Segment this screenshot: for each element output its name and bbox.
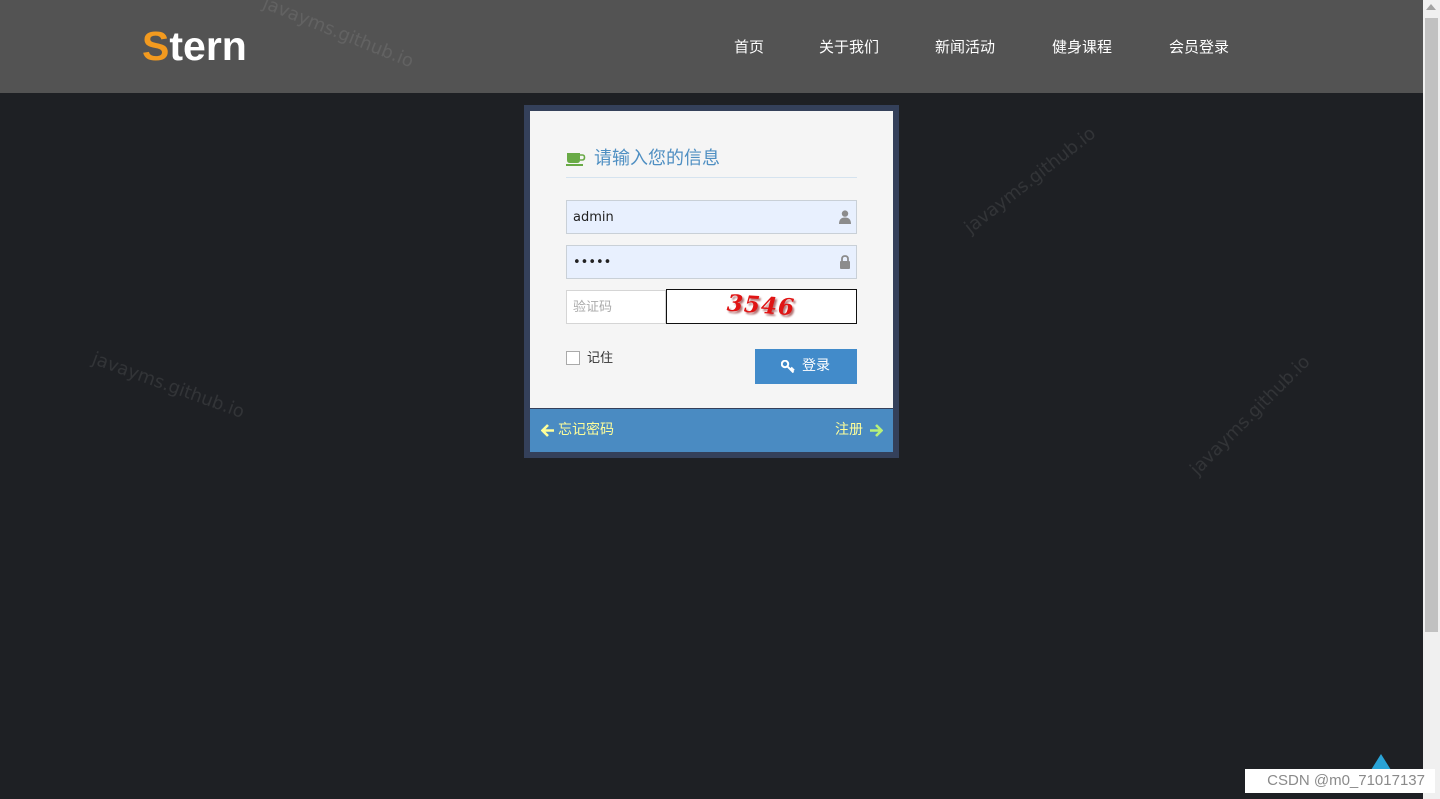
remember-label: 记住	[587, 351, 614, 366]
captcha-field	[566, 290, 666, 324]
nav-item-member-login[interactable]: 会员登录	[1169, 36, 1229, 58]
forgot-password-link[interactable]: 忘记密码	[558, 421, 614, 440]
login-header: 请输入您的信息	[566, 147, 857, 178]
login-footer: 忘记密码 注册	[530, 409, 893, 452]
nav-item-home[interactable]: 首页	[734, 36, 764, 58]
scroll-up-arrow-icon[interactable]	[1426, 4, 1436, 10]
login-button-label: 登录	[802, 358, 830, 374]
password-field	[566, 245, 857, 279]
user-icon	[839, 210, 851, 224]
key-icon	[781, 360, 795, 373]
scrollbar-thumb[interactable]	[1425, 18, 1438, 632]
watermark-text: javayms.github.io	[960, 122, 1100, 239]
nav-item-courses[interactable]: 健身课程	[1052, 36, 1112, 58]
captcha-image[interactable]: 3546	[666, 289, 857, 324]
password-input[interactable]	[573, 246, 833, 278]
arrow-left-icon	[541, 424, 554, 437]
nav-item-news[interactable]: 新闻活动	[935, 36, 995, 58]
lock-icon	[840, 255, 850, 269]
remember-checkbox[interactable]	[566, 351, 580, 365]
register-link[interactable]: 注册	[835, 421, 863, 440]
username-input[interactable]	[573, 201, 833, 233]
captcha-text: 3546	[726, 289, 796, 322]
watermark-text: javayms.github.io	[89, 348, 248, 423]
login-button[interactable]: 登录	[755, 349, 857, 384]
main-nav: 首页 关于我们 新闻活动 健身课程 会员登录	[0, 36, 1423, 58]
site-header: Stern 首页 关于我们 新闻活动 健身课程 会员登录	[0, 0, 1423, 93]
username-field	[566, 200, 857, 234]
nav-item-about[interactable]: 关于我们	[819, 36, 879, 58]
arrow-right-icon	[870, 424, 883, 437]
login-title: 请输入您的信息	[594, 148, 720, 169]
coffee-cup-icon	[566, 153, 586, 166]
watermark-text: javayms.github.io	[1186, 351, 1315, 480]
login-form: 请输入您的信息 3546 记住 登录	[530, 111, 893, 408]
captcha-input[interactable]	[573, 291, 661, 323]
csdn-watermark: CSDN @m0_71017137	[1245, 769, 1435, 793]
back-to-top-icon[interactable]	[1371, 754, 1391, 770]
